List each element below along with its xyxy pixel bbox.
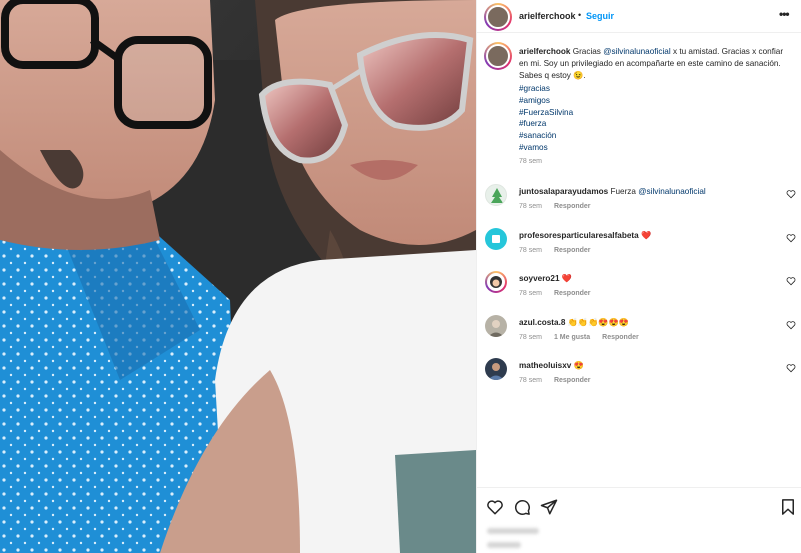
commenter-avatar[interactable] (485, 271, 507, 293)
commenter-avatar[interactable] (485, 228, 507, 250)
comment-meta: 78 sem Responder (519, 377, 603, 384)
comment-item: soyvero21 ❤️ 78 sem Responder (477, 271, 801, 311)
comment-mention[interactable]: @silvinalunaoficial (638, 187, 705, 196)
person-photo-icon (488, 320, 504, 337)
commenter-avatar[interactable] (485, 184, 507, 206)
like-comment-heart-icon[interactable] (786, 363, 796, 373)
follow-button[interactable]: Seguir (586, 11, 614, 21)
comment-message: ❤️ (559, 274, 572, 283)
comment-message: Fuerza (608, 187, 639, 196)
post-sidebar: arielferchook • Seguir ••• arielferchook… (476, 0, 801, 553)
blurred-likes-text (487, 528, 539, 534)
reply-button[interactable]: Responder (554, 247, 591, 254)
hashtag-link[interactable]: #sanación (519, 130, 573, 142)
blurred-date-text (487, 542, 521, 548)
comment-meta: 78 sem Responder (519, 247, 603, 254)
hashtag-list: #gracias #amigos #FuerzaSilvina #fuerza … (519, 83, 573, 154)
like-comment-heart-icon[interactable] (786, 189, 796, 199)
like-comment-heart-icon[interactable] (786, 320, 796, 330)
hashtag-link[interactable]: #gracias (519, 83, 573, 95)
commenter-avatar[interactable] (485, 315, 507, 337)
commenter-username[interactable]: profesoresparticularesalfabeta (519, 231, 639, 240)
post-image (0, 0, 476, 553)
person-photo-icon (488, 363, 504, 380)
reply-button[interactable]: Responder (554, 203, 591, 210)
bookmark-icon[interactable] (779, 498, 797, 516)
author-username[interactable]: arielferchook (519, 11, 576, 21)
tree-icon (491, 188, 503, 203)
comment-message: ❤️ (638, 231, 652, 240)
comment-time[interactable]: 78 sem (519, 290, 542, 297)
separator-dot: • (578, 10, 582, 20)
comment-icon[interactable] (513, 498, 531, 516)
comment-text: juntosalaparayudamos Fuerza @silvinaluna… (519, 186, 706, 197)
reply-button[interactable]: Responder (554, 290, 591, 297)
post-header: arielferchook • Seguir ••• (477, 0, 801, 33)
book-icon (492, 235, 500, 243)
comment-text: profesoresparticularesalfabeta ❤️ (519, 230, 651, 241)
hashtag-link[interactable]: #vamos (519, 142, 573, 154)
comment-time[interactable]: 78 sem (519, 247, 542, 254)
caption-author-avatar[interactable] (484, 42, 512, 70)
comment-item: juntosalaparayudamos Fuerza @silvinaluna… (477, 184, 801, 224)
comment-time[interactable]: 78 sem (519, 334, 542, 341)
caption-mention[interactable]: @silvinalunaoficial (603, 47, 670, 56)
commenter-username[interactable]: azul.costa.8 (519, 318, 565, 327)
comment-meta: 78 sem Responder (519, 203, 603, 210)
share-icon[interactable] (540, 498, 558, 516)
comment-item: matheoluisxv 😍 78 sem Responder (477, 358, 801, 398)
reply-button[interactable]: Responder (602, 334, 639, 341)
caption-text: arielferchook Gracias @silvinalunaoficia… (519, 46, 787, 82)
hashtag-link[interactable]: #amigos (519, 95, 573, 107)
post-action-bar (477, 487, 801, 553)
author-avatar[interactable] (484, 3, 512, 31)
comment-item: profesoresparticularesalfabeta ❤️ 78 sem… (477, 228, 801, 268)
comment-message: 👏👏👏😍😍😍 (565, 318, 629, 327)
comment-text: soyvero21 ❤️ (519, 273, 572, 284)
comment-meta: 78 sem Responder (519, 290, 603, 297)
commenter-username[interactable]: juntosalaparayudamos (519, 187, 608, 196)
commenter-username[interactable]: matheoluisxv (519, 361, 571, 370)
commenter-avatar[interactable] (485, 358, 507, 380)
comment-likes[interactable]: 1 Me gusta (554, 334, 590, 341)
commenter-username[interactable]: soyvero21 (519, 274, 560, 283)
post-photo[interactable] (0, 0, 476, 553)
like-comment-heart-icon[interactable] (786, 233, 796, 243)
like-comment-heart-icon[interactable] (786, 276, 796, 286)
more-options-icon[interactable]: ••• (779, 7, 790, 21)
comment-item: azul.costa.8 👏👏👏😍😍😍 78 sem 1 Me gusta Resp… (477, 315, 801, 355)
hashtag-link[interactable]: #fuerza (519, 118, 573, 130)
heart-icon[interactable] (486, 498, 504, 516)
comment-meta: 78 sem 1 Me gusta Responder (519, 334, 651, 341)
comment-time[interactable]: 78 sem (519, 377, 542, 384)
cartoon-face-icon (490, 276, 502, 288)
comment-text: azul.costa.8 👏👏👏😍😍😍 (519, 317, 629, 328)
comment-message: 😍 (571, 361, 584, 370)
reply-button[interactable]: Responder (554, 377, 591, 384)
caption-text-before: Gracias (570, 47, 604, 56)
comment-time[interactable]: 78 sem (519, 203, 542, 210)
caption-username[interactable]: arielferchook (519, 47, 570, 56)
hashtag-link[interactable]: #FuerzaSilvina (519, 107, 573, 119)
comment-text: matheoluisxv 😍 (519, 360, 584, 371)
caption-timestamp[interactable]: 78 sem (519, 158, 542, 165)
